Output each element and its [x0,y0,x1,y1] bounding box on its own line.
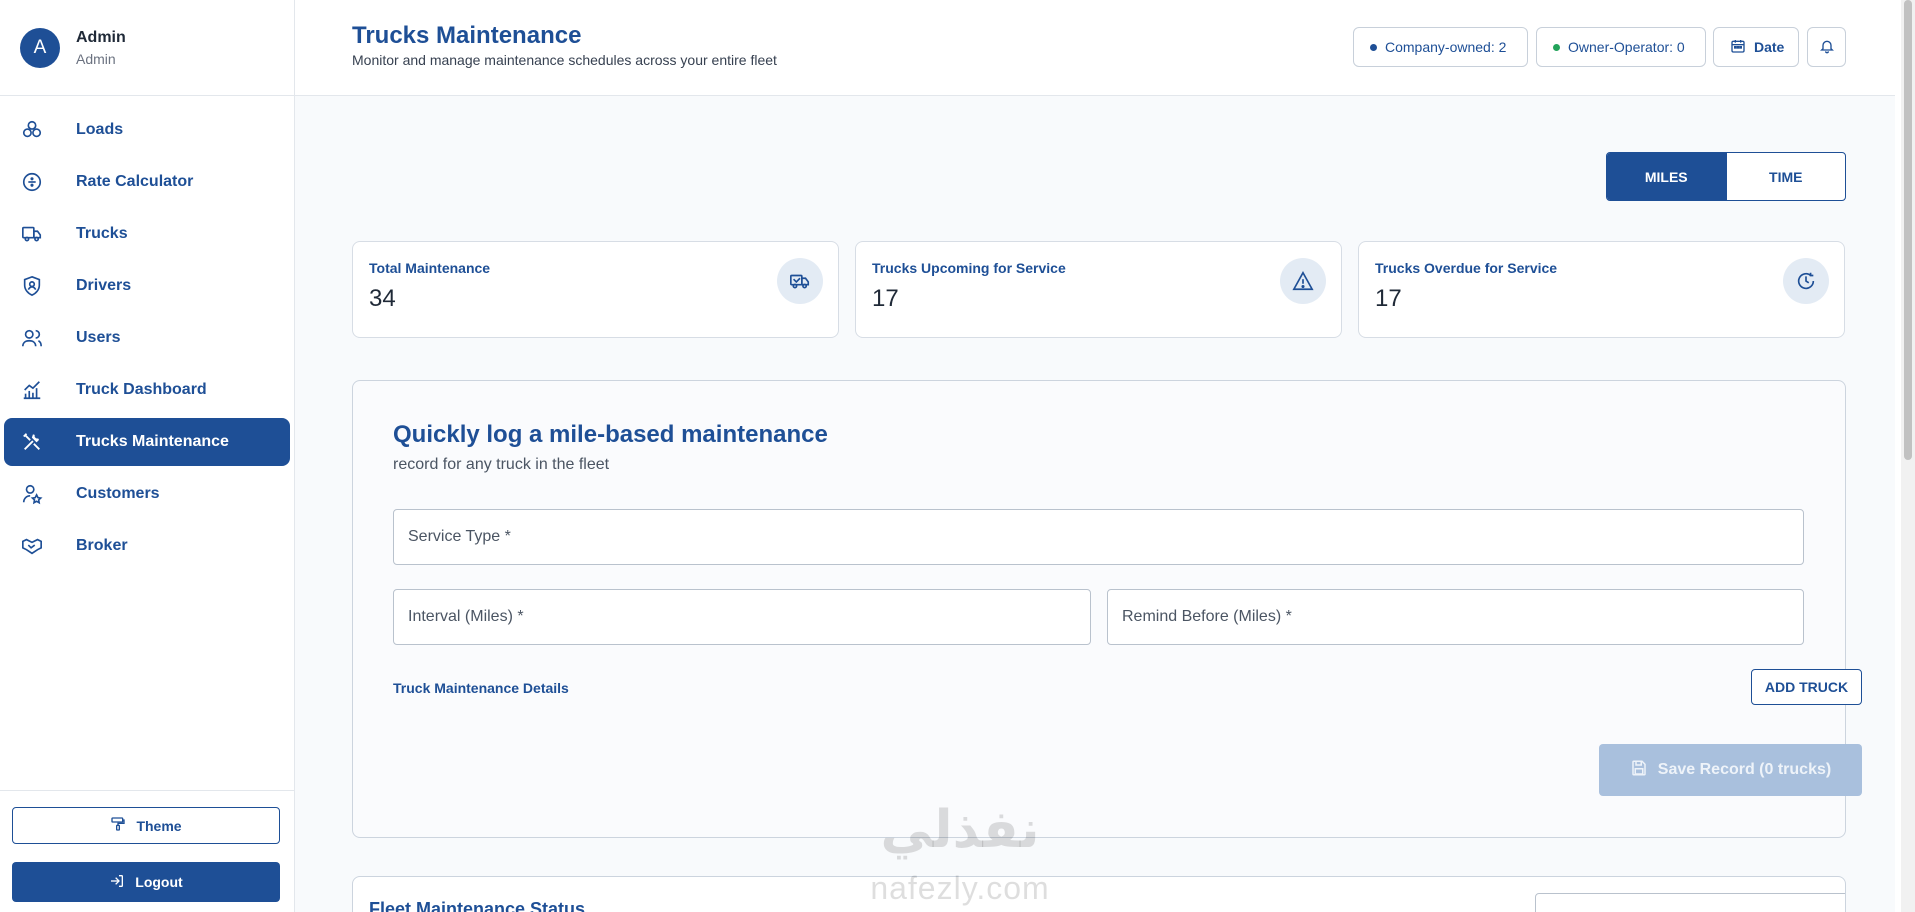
warning-icon [1280,258,1326,304]
stat-label: Trucks Upcoming for Service [872,260,1066,276]
stat-label: Total Maintenance [369,260,491,276]
sidebar-item-users[interactable]: Users [4,314,290,362]
page-subtitle: Monitor and manage maintenance schedules… [352,52,777,68]
tools-icon [20,430,44,454]
sidebar-item-label: Drivers [76,277,132,294]
save-icon [1630,759,1648,782]
bell-icon [1819,38,1835,57]
stat-value: 34 [369,285,396,312]
theme-button[interactable]: Theme [12,807,280,844]
paint-roller-icon [110,816,126,835]
sidebar-item-label: Customers [76,485,160,502]
user-star-icon [20,482,44,506]
form-subtitle: record for any truck in the fleet [393,456,610,473]
status-search-field[interactable] [1535,893,1845,912]
miles-toggle-button[interactable]: MILES [1607,153,1726,200]
logout-button-label: Logout [135,874,183,890]
sidebar-item-drivers[interactable]: Drivers [4,262,290,310]
stat-card-total-maintenance: Total Maintenance 34 [352,241,839,338]
truck-icon [777,258,823,304]
avatar[interactable]: A [20,27,60,68]
clock-icon [1783,258,1829,304]
date-filter-button[interactable]: Date [1713,27,1799,67]
shield-user-icon [20,274,44,298]
user-role: Admin [76,50,116,67]
logout-icon [109,873,125,892]
sidebar-item-label: Loads [76,121,124,138]
date-filter-label: Date [1754,39,1785,55]
sidebar-footer: Theme Logout [0,790,294,912]
sidebar-item-label: Truck Dashboard [76,381,207,398]
sidebar-item-label: Trucks [76,225,128,242]
company-owned-filter[interactable]: Company-owned: 2 [1353,27,1528,67]
remind-before-label: Remind Before (Miles) * [1122,608,1292,625]
sidebar-item-label: Broker [76,537,128,554]
calculator-icon [20,170,44,194]
owner-operator-dot [1553,43,1560,51]
loads-icon [20,118,44,142]
page-title: Trucks Maintenance [352,22,582,49]
miles-time-toggle: MILES TIME [1606,152,1846,201]
calendar-icon [1730,38,1746,57]
user-name: Admin [76,28,126,46]
truck-icon [20,222,44,246]
sidebar-item-label: Users [76,329,121,346]
service-type-field[interactable]: Service Type * [393,509,1804,565]
maintenance-log-form: Quickly log a mile-based maintenance rec… [352,380,1862,838]
stat-card-upcoming: Trucks Upcoming for Service 17 [855,241,1342,338]
sidebar-item-broker[interactable]: Broker [4,522,290,570]
page-scrollbar[interactable] [1901,0,1915,912]
interval-miles-field[interactable]: Interval (Miles) * [393,589,1091,645]
save-record-button[interactable]: Save Record (0 trucks) [1599,744,1862,796]
sidebar-item-trucks[interactable]: Trucks [4,210,290,258]
theme-button-label: Theme [136,817,182,834]
stat-card-overdue: Trucks Overdue for Service 17 [1358,241,1845,338]
time-toggle-button[interactable]: TIME [1725,153,1846,200]
add-truck-button[interactable]: ADD TRUCK [1751,669,1862,705]
fleet-maintenance-status: Fleet Maintenance Status [352,876,1846,912]
scrollbar-thumb[interactable] [1904,0,1912,460]
users-icon [20,326,44,350]
page-header: Trucks Maintenance Monitor and manage ma… [295,0,1895,96]
service-type-label: Service Type * [408,528,511,545]
sidebar-item-label: Rate Calculator [76,173,194,190]
section-title: Fleet Maintenance Status [369,899,586,912]
company-owned-label: Company-owned: 2 [1385,39,1507,55]
sidebar-item-loads[interactable]: Loads [4,106,290,154]
sidebar-item-truck-dashboard[interactable]: Truck Dashboard [4,366,290,414]
save-record-label: Save Record (0 trucks) [1657,761,1832,778]
notifications-button[interactable] [1807,27,1846,67]
logout-button[interactable]: Logout [12,862,280,902]
sidebar-item-rate-calculator[interactable]: Rate Calculator [4,158,290,206]
sidebar-nav: Loads Rate Calculator Trucks Drivers Use… [0,96,294,570]
main-content: MILES TIME Total Maintenance 34 Trucks U… [295,96,1895,912]
sidebar-item-label: Trucks Maintenance [76,433,229,450]
user-profile: A Admin Admin [0,0,294,96]
sidebar-item-trucks-maintenance[interactable]: Trucks Maintenance [4,418,290,466]
company-owned-dot [1370,43,1377,51]
sidebar-item-customers[interactable]: Customers [4,470,290,518]
stat-label: Trucks Overdue for Service [1375,260,1558,276]
remind-before-field[interactable]: Remind Before (Miles) * [1107,589,1804,645]
form-title: Quickly log a mile-based maintenance [393,421,828,448]
interval-miles-label: Interval (Miles) * [408,608,524,625]
handshake-icon [20,534,44,558]
chart-icon [20,378,44,402]
owner-operator-filter[interactable]: Owner-Operator: 0 [1536,27,1706,67]
stat-value: 17 [872,285,899,312]
sidebar: A Admin Admin Loads Rate Calculator Truc… [0,0,295,912]
owner-operator-label: Owner-Operator: 0 [1568,39,1685,55]
stat-value: 17 [1375,285,1402,312]
truck-maintenance-details-link[interactable]: Truck Maintenance Details [393,680,569,696]
